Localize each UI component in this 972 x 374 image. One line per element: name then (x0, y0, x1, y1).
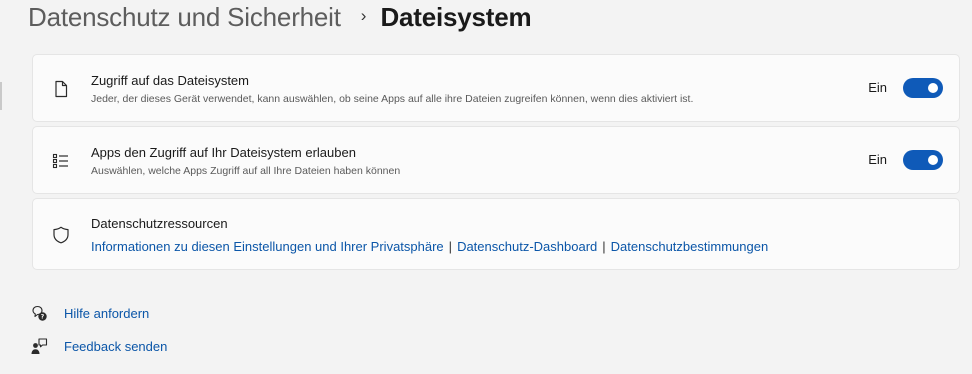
privacy-statement-link[interactable]: Datenschutzbestimmungen (611, 239, 769, 254)
get-help-link[interactable]: ? Hilfe anfordern (30, 304, 149, 322)
toggle-knob (928, 83, 938, 93)
privacy-dashboard-link[interactable]: Datenschutz-Dashboard (457, 239, 597, 254)
document-icon (51, 79, 71, 99)
get-help-label: Hilfe anfordern (64, 305, 150, 321)
help-chat-icon: ? (30, 304, 48, 322)
settings-page: Datenschutz und Sicherheit › Dateisystem… (0, 0, 972, 374)
setting-description: Jeder, der dieses Gerät verwendet, kann … (91, 93, 694, 105)
apps-access-toggle[interactable] (903, 150, 943, 170)
setting-description: Auswählen, welche Apps Zugriff auf all I… (91, 165, 401, 177)
breadcrumb: Datenschutz und Sicherheit › Dateisystem (28, 0, 532, 34)
link-separator: | (602, 239, 606, 254)
list-icon (51, 151, 71, 171)
file-system-access-toggle[interactable] (903, 78, 943, 98)
link-separator: | (448, 239, 453, 254)
setting-card-file-system-access: Zugriff auf das Dateisystem Jeder, der d… (32, 54, 960, 122)
navigation-edge-indicator (0, 82, 2, 110)
shield-icon (51, 225, 71, 245)
privacy-info-link[interactable]: Informationen zu diesen Einstellungen un… (91, 239, 444, 254)
privacy-resources-card: Datenschutzressourcen Informationen zu d… (32, 198, 960, 270)
feedback-icon (30, 337, 48, 355)
breadcrumb-parent-link[interactable]: Datenschutz und Sicherheit (28, 2, 341, 33)
page-title: Dateisystem (380, 1, 532, 32)
toggle-knob (928, 155, 938, 165)
send-feedback-link[interactable]: Feedback senden (30, 337, 167, 355)
privacy-links: Informationen zu diesen Einstellungen un… (91, 239, 768, 254)
svg-text:?: ? (41, 314, 45, 321)
setting-title: Apps den Zugriff auf Ihr Dateisystem erl… (91, 145, 356, 160)
setting-card-apps-access: Apps den Zugriff auf Ihr Dateisystem erl… (32, 126, 960, 194)
toggle-state-label: Ein (868, 80, 887, 95)
chevron-right-icon: › (360, 6, 367, 25)
toggle-state-label: Ein (868, 152, 887, 167)
setting-title: Zugriff auf das Dateisystem (91, 73, 249, 88)
privacy-resources-title: Datenschutzressourcen (91, 216, 228, 231)
send-feedback-label: Feedback senden (64, 338, 168, 354)
